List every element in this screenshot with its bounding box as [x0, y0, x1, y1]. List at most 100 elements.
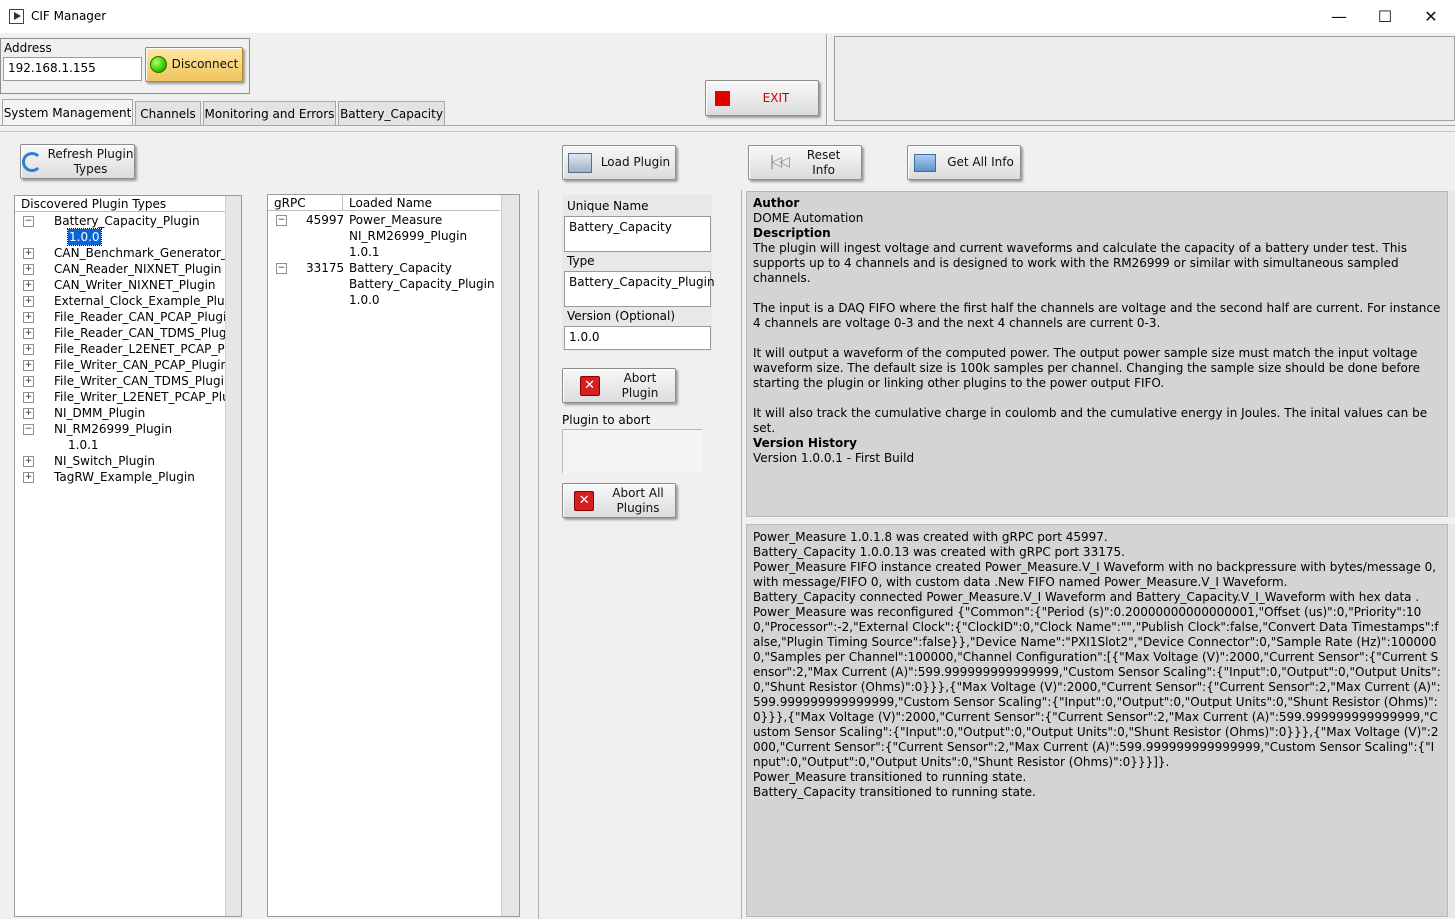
expand-icon[interactable]: + [23, 456, 34, 467]
tree-plugin-item[interactable]: + NI_Switch_Plugin [15, 453, 225, 469]
get-all-info-button[interactable]: Get All Info [907, 145, 1021, 180]
expand-icon[interactable]: + [23, 360, 34, 371]
loaded-name-line[interactable]: Power_Measure [349, 212, 442, 228]
tab-battery-capacity[interactable]: Battery_Capacity [338, 101, 445, 125]
description-paragraph-2: The input is a DAQ FIFO where the first … [753, 301, 1441, 330]
loaded-name-line[interactable]: Battery_Capacity [349, 260, 452, 276]
loaded-name-line[interactable]: 1.0.1 [349, 244, 380, 260]
info-scrollbar[interactable] [1448, 191, 1455, 517]
description-heading: Description [753, 226, 831, 240]
tree-plugin-item[interactable]: + External_Clock_Example_Plugin [15, 293, 225, 309]
expand-icon[interactable]: + [23, 472, 34, 483]
expand-icon[interactable]: + [23, 392, 34, 403]
description-paragraph-3: It will output a waveform of the compute… [753, 346, 1420, 390]
abort-plugin-button[interactable]: ✕ Abort Plugin [562, 368, 676, 403]
log-line: Battery_Capacity transitioned to running… [753, 785, 1036, 799]
collapse-icon[interactable]: − [276, 215, 287, 226]
discovered-tree-items: − Battery_Capacity_Plugin 1.0.0 + CAN_Benchm… [15, 213, 225, 913]
tree-item-label: File_Reader_L2ENET_PCAP_Plug [54, 342, 225, 356]
refresh-plugin-types-button[interactable]: Refresh Plugin Types [20, 144, 135, 179]
tree-plugin-item[interactable]: + File_Reader_CAN_TDMS_Plugin [15, 325, 225, 341]
loaded-scrollbar[interactable] [501, 195, 519, 916]
exit-button[interactable]: EXIT [705, 80, 819, 116]
expand-icon[interactable]: + [23, 264, 34, 275]
collapse-icon[interactable]: − [23, 424, 34, 435]
reset-info-label: Reset Info [807, 148, 841, 178]
abort-all-plugins-button[interactable]: ✕ Abort All Plugins [562, 483, 676, 518]
tree-item-label: CAN_Writer_NIXNET_Plugin [54, 278, 216, 292]
loaded-grpc-port[interactable]: 33175 [306, 260, 344, 276]
loaded-grpc-port[interactable]: 45997 [306, 212, 344, 228]
tree-plugin-item[interactable]: + File_Reader_L2ENET_PCAP_Plug [15, 341, 225, 357]
maximize-button[interactable]: ☐ [1362, 0, 1408, 33]
tree-plugin-item[interactable]: + File_Reader_CAN_PCAP_Plugin [15, 309, 225, 325]
expand-icon[interactable]: + [23, 328, 34, 339]
reset-label-line2: Info [812, 162, 835, 177]
unique-name-label: Unique Name [567, 199, 649, 213]
disconnect-button[interactable]: Disconnect [145, 47, 243, 82]
plugin-to-abort-input[interactable] [562, 429, 702, 473]
refresh-icon [21, 151, 42, 172]
tab-monitoring-and-errors[interactable]: Monitoring and Errors [203, 101, 336, 125]
tab-channels[interactable]: Channels [135, 101, 201, 125]
tree-item-label: NI_RM26999_Plugin [54, 422, 173, 436]
tab-divider [0, 131, 1455, 133]
tree-plugin-item[interactable]: + TagRW_Example_Plugin [15, 469, 225, 485]
collapse-icon[interactable]: − [23, 216, 34, 227]
log-line: Power_Measure was reconfigured {"Common"… [753, 605, 1441, 769]
address-input[interactable]: 192.168.1.155 [3, 57, 142, 81]
version-history-heading: Version History [753, 436, 857, 450]
discovered-scrollbar[interactable] [225, 196, 241, 916]
log-line: Battery_Capacity 1.0.0.13 was created wi… [753, 545, 1125, 559]
author-heading: Author [753, 196, 800, 210]
tree-item-label: Battery_Capacity_Plugin [54, 214, 200, 228]
load-icon [567, 152, 592, 173]
plugin-to-abort-label: Plugin to abort [562, 413, 651, 427]
tree-version-item[interactable]: 1.0.0 [15, 228, 225, 246]
loaded-name-line[interactable]: NI_RM26999_Plugin [349, 228, 467, 244]
description-paragraph-4: It will also track the cumulative charge… [753, 406, 1428, 435]
tree-plugin-item[interactable]: + File_Writer_CAN_TDMS_Plugin [15, 373, 225, 389]
type-input[interactable]: Battery_Capacity_Plugin [564, 271, 715, 307]
expand-icon[interactable]: + [23, 312, 34, 323]
load-plugin-button[interactable]: Load Plugin [562, 145, 676, 180]
loaded-name-line[interactable]: Battery_Capacity_Plugin [349, 276, 495, 292]
log-line: Battery_Capacity connected Power_Measure… [753, 590, 1420, 604]
tree-version-item[interactable]: 1.0.1 [15, 437, 225, 453]
loaded-col-grpc: gRPC [268, 195, 343, 211]
tab-system-management[interactable]: System Management [2, 99, 133, 126]
tree-item-label: NI_Switch_Plugin [54, 454, 155, 468]
expand-icon[interactable]: + [23, 280, 34, 291]
tree-plugin-item[interactable]: + File_Writer_CAN_PCAP_Plugin [15, 357, 225, 373]
loaded-name-line[interactable]: 1.0.0 [349, 292, 380, 308]
expand-icon[interactable]: + [23, 408, 34, 419]
abort-all-label: Abort All Plugins [612, 486, 664, 516]
tree-plugin-item[interactable]: + CAN_Reader_NIXNET_Plugin [15, 261, 225, 277]
expand-icon[interactable]: + [23, 344, 34, 355]
expand-icon[interactable]: + [23, 296, 34, 307]
expand-icon[interactable]: + [23, 248, 34, 259]
minimize-button[interactable]: — [1316, 0, 1362, 33]
tree-plugin-item[interactable]: − NI_RM26999_Plugin [15, 421, 225, 437]
version-input[interactable]: 1.0.0 [564, 326, 711, 350]
tree-item-label: 1.0.1 [68, 438, 99, 452]
abort-all-icon: ✕ [574, 490, 595, 511]
disconnect-label: Disconnect [171, 57, 239, 71]
tree-plugin-item[interactable]: − Battery_Capacity_Plugin [15, 213, 225, 229]
unique-name-input[interactable]: Battery_Capacity [564, 216, 711, 252]
abort-label-line1: Abort [623, 370, 657, 385]
column-divider-2 [741, 190, 742, 919]
reset-info-button[interactable]: |◁◁ Reset Info [748, 145, 862, 180]
tree-plugin-item[interactable]: + CAN_Benchmark_Generator_Plu [15, 245, 225, 261]
tree-plugin-item[interactable]: + CAN_Writer_NIXNET_Plugin [15, 277, 225, 293]
close-button[interactable]: ✕ [1408, 0, 1454, 33]
tree-plugin-item[interactable]: + NI_DMM_Plugin [15, 405, 225, 421]
get-all-info-label: Get All Info [947, 155, 1014, 169]
expand-icon[interactable]: + [23, 376, 34, 387]
plugin-info-panel: Author DOME Automation Description The p… [746, 191, 1448, 517]
tree-item-label: File_Reader_CAN_TDMS_Plugin [54, 326, 225, 340]
address-label: Address [4, 41, 52, 55]
tree-plugin-item[interactable]: + File_Writer_L2ENET_PCAP_Plugi [15, 389, 225, 405]
collapse-icon[interactable]: − [276, 263, 287, 274]
log-scrollbar[interactable] [1448, 524, 1455, 917]
